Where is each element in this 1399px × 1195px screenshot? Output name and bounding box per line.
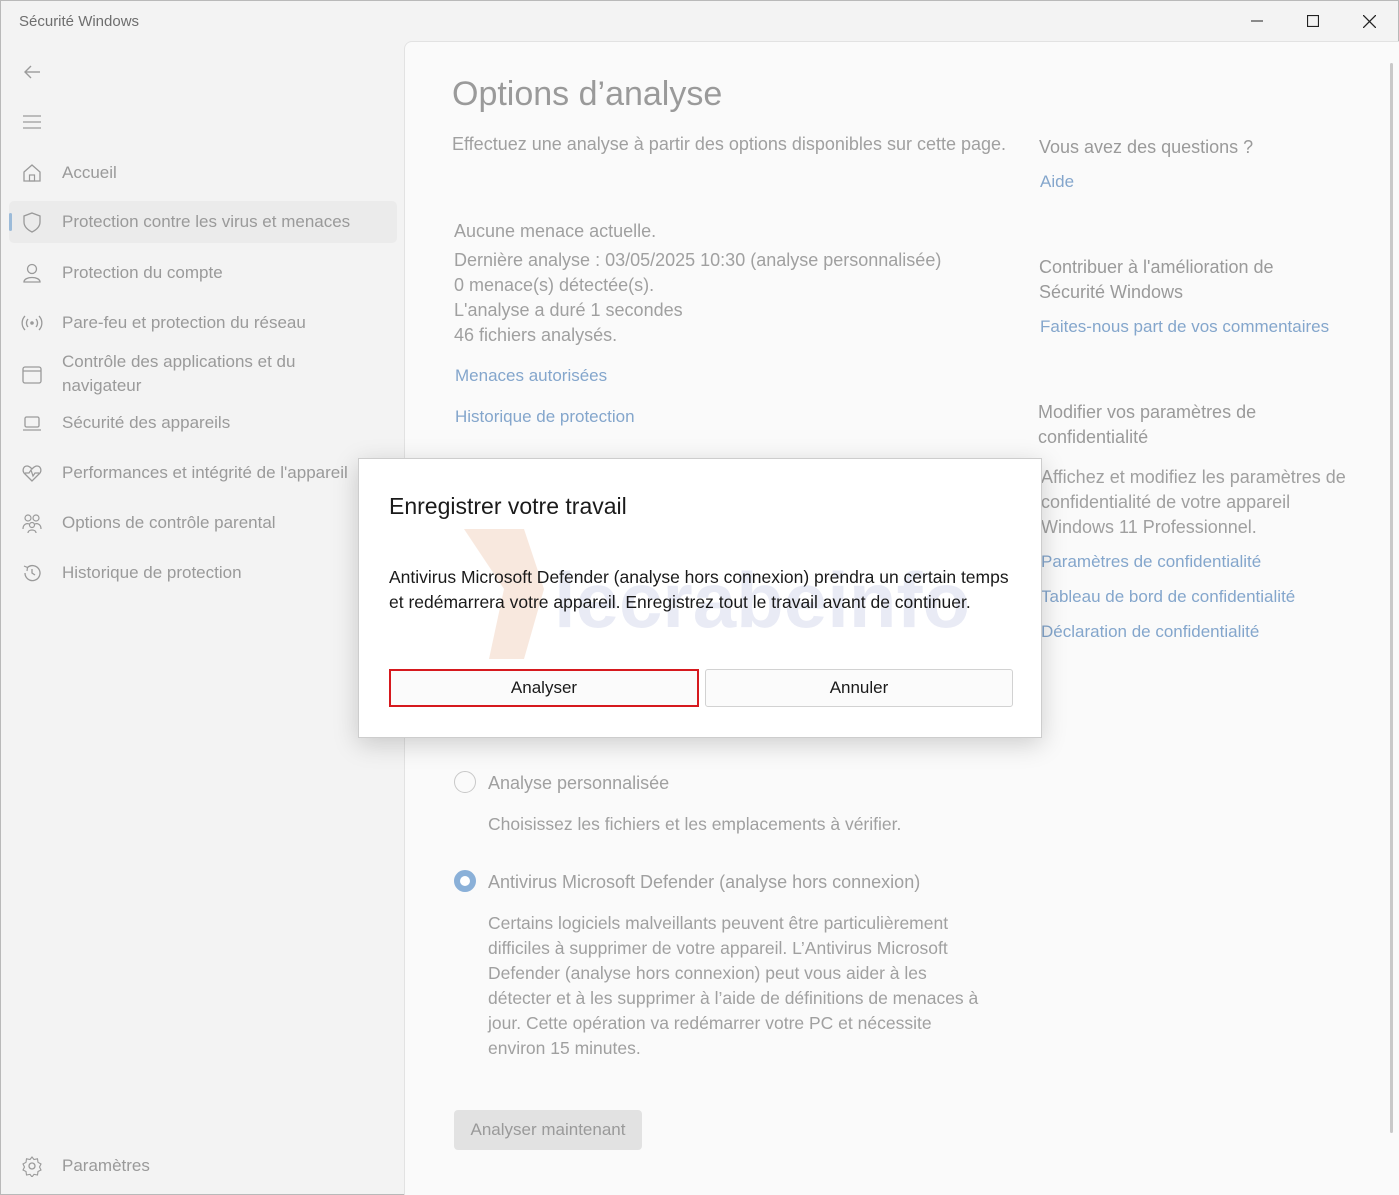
custom-scan-label: Analyse personnalisée xyxy=(488,773,670,793)
family-icon xyxy=(21,512,43,534)
back-button[interactable] xyxy=(15,55,49,89)
allowed-threats-link[interactable]: Menaces autorisées xyxy=(455,366,607,386)
sidebar-item-device-security[interactable]: Sécurité des appareils xyxy=(9,403,397,443)
laptop-icon xyxy=(21,412,43,434)
sidebar-item-firewall[interactable]: Pare-feu et protection du réseau xyxy=(9,303,397,343)
status-no-threats: Aucune menace actuelle. xyxy=(454,221,657,241)
offline-scan-label: Antivirus Microsoft Defender (analyse ho… xyxy=(488,872,921,892)
dialog-title: Enregistrer votre travail xyxy=(389,493,627,519)
hamburger-menu-button[interactable] xyxy=(15,105,49,139)
feedback-link[interactable]: Faites-nous part de vos commentaires xyxy=(1040,317,1329,337)
sidebar-item-device-performance[interactable]: Performances et intégrité de l'appareil xyxy=(9,453,397,493)
sidebar-item-accueil[interactable]: Accueil xyxy=(9,153,397,193)
page-title: Options d’analyse xyxy=(452,75,723,113)
cancel-button[interactable]: Annuler xyxy=(705,669,1013,707)
contribute-title: Contribuer à l'amélioration de Sécurité … xyxy=(1039,257,1274,302)
protection-history-link[interactable]: Historique de protection xyxy=(455,407,635,427)
privacy-title: Modifier vos paramètres de confidentiali… xyxy=(1038,402,1257,447)
history-icon xyxy=(21,562,43,584)
browser-window-icon xyxy=(21,364,43,386)
gear-icon xyxy=(21,1155,43,1177)
active-indicator xyxy=(9,213,12,231)
privacy-settings-link[interactable]: Paramètres de confidentialité xyxy=(1041,552,1261,572)
close-icon xyxy=(1362,14,1376,28)
settings-label: Paramètres xyxy=(62,1156,150,1175)
sidebar: Accueil Protection contre les virus et m… xyxy=(1,41,403,1194)
sidebar-item-family-options[interactable]: Options de contrôle parental xyxy=(9,503,397,543)
privacy-dashboard-link[interactable]: Tableau de bord de confidentialité xyxy=(1041,587,1295,607)
title-bar: Sécurité Windows xyxy=(1,1,1398,41)
back-arrow-icon xyxy=(24,65,40,79)
sidebar-item-label: Pare-feu et protection du réseau xyxy=(62,313,306,332)
minimize-button[interactable] xyxy=(1229,1,1285,41)
offline-scan-description: Certains logiciels malveillants peuvent … xyxy=(488,913,979,1058)
minimize-icon xyxy=(1251,20,1263,22)
custom-scan-description: Choisissez les fichiers et les emplaceme… xyxy=(488,814,902,834)
window-title: Sécurité Windows xyxy=(19,13,140,30)
home-icon xyxy=(21,162,43,184)
sidebar-item-label: Protection contre les virus et menaces xyxy=(62,212,351,231)
sidebar-item-label: Accueil xyxy=(62,163,117,182)
sidebar-item-label: Options de contrôle parental xyxy=(62,513,276,532)
status-duration: L'analyse a duré 1 secondes xyxy=(454,300,683,320)
sidebar-item-label: Performances et intégrité de l'appareil xyxy=(62,463,348,482)
close-button[interactable] xyxy=(1341,1,1397,41)
help-link[interactable]: Aide xyxy=(1040,172,1074,192)
status-detected: 0 menace(s) détectée(s). xyxy=(454,275,655,295)
page-subtitle: Effectuez une analyse à partir des optio… xyxy=(452,134,1007,154)
sidebar-item-virus-protection[interactable]: Protection contre les virus et menaces xyxy=(9,201,397,243)
privacy-text: Affichez et modifiez les paramètres de c… xyxy=(1041,467,1346,537)
wifi-signal-icon xyxy=(21,312,43,334)
sidebar-item-settings[interactable]: Paramètres xyxy=(9,1146,397,1186)
save-work-dialog: lecrabeinfo Enregistrer votre travail An… xyxy=(358,458,1042,738)
sidebar-item-label: Protection du compte xyxy=(62,263,223,282)
sidebar-item-protection-history[interactable]: Historique de protection xyxy=(9,553,397,593)
offline-scan-radio[interactable] xyxy=(454,870,476,892)
questions-title: Vous avez des questions ? xyxy=(1039,137,1254,157)
sidebar-item-label: Contrôle des applications et du navigate… xyxy=(62,352,296,395)
status-files: 46 fichiers analysés. xyxy=(454,325,618,345)
sidebar-item-account[interactable]: Protection du compte xyxy=(9,253,397,293)
sidebar-item-label: Sécurité des appareils xyxy=(62,413,231,432)
dialog-message: Antivirus Microsoft Defender (analyse ho… xyxy=(389,567,1009,612)
person-icon xyxy=(21,262,43,284)
status-last-scan: Dernière analyse : 03/05/2025 10:30 (ana… xyxy=(454,250,942,270)
sidebar-item-label: Historique de protection xyxy=(62,563,242,582)
scrollbar[interactable] xyxy=(1390,63,1393,1133)
heart-pulse-icon xyxy=(21,462,43,484)
app-window: Sécurité Windows Accueil Protection cont… xyxy=(0,0,1399,1195)
custom-scan-radio[interactable] xyxy=(454,771,476,793)
maximize-icon xyxy=(1307,15,1319,27)
scan-now-button[interactable]: Analyser maintenant xyxy=(454,1110,642,1150)
sidebar-item-app-browser-control[interactable]: Contrôle des applications et du navigate… xyxy=(9,347,397,403)
hamburger-icon xyxy=(23,115,41,129)
privacy-statement-link[interactable]: Déclaration de confidentialité xyxy=(1041,622,1259,642)
analyze-button[interactable]: Analyser xyxy=(389,669,699,707)
shield-icon xyxy=(21,211,43,233)
maximize-button[interactable] xyxy=(1285,1,1341,41)
